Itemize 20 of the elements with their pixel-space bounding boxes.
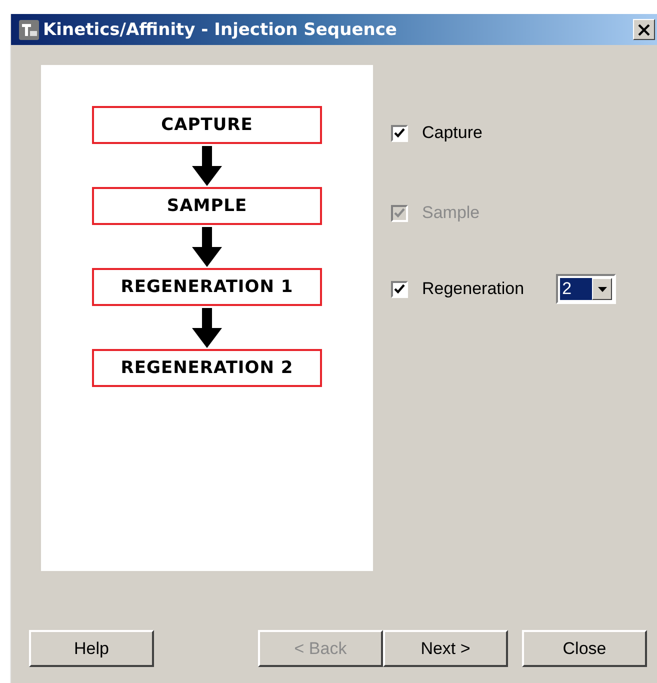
close-icon[interactable] [633,19,655,40]
flow-step: SAMPLE [92,187,322,225]
down-arrow-icon [192,146,222,186]
checkbox-label: Capture [422,123,482,143]
caret-icon [598,286,607,292]
flow-step: CAPTURE [92,106,322,144]
app-icon [19,20,39,40]
window-title: Kinetics/Affinity - Injection Sequence [43,20,398,40]
checkbox-label: Sample [422,203,480,223]
checkbox[interactable] [391,124,408,142]
flow-step: REGENERATION 1 [92,268,322,306]
count-dropdown[interactable]: 2 [556,274,616,304]
dialog-button[interactable]: Help [29,630,154,667]
checkbox[interactable] [391,280,408,298]
flow-step: REGENERATION 2 [92,349,322,387]
down-arrow-icon [192,227,222,267]
checkbox-label: Regeneration [422,279,524,299]
dialog-button[interactable]: Close [522,630,647,667]
dialog-button[interactable]: Next > [383,630,508,667]
down-arrow-icon [192,308,222,348]
